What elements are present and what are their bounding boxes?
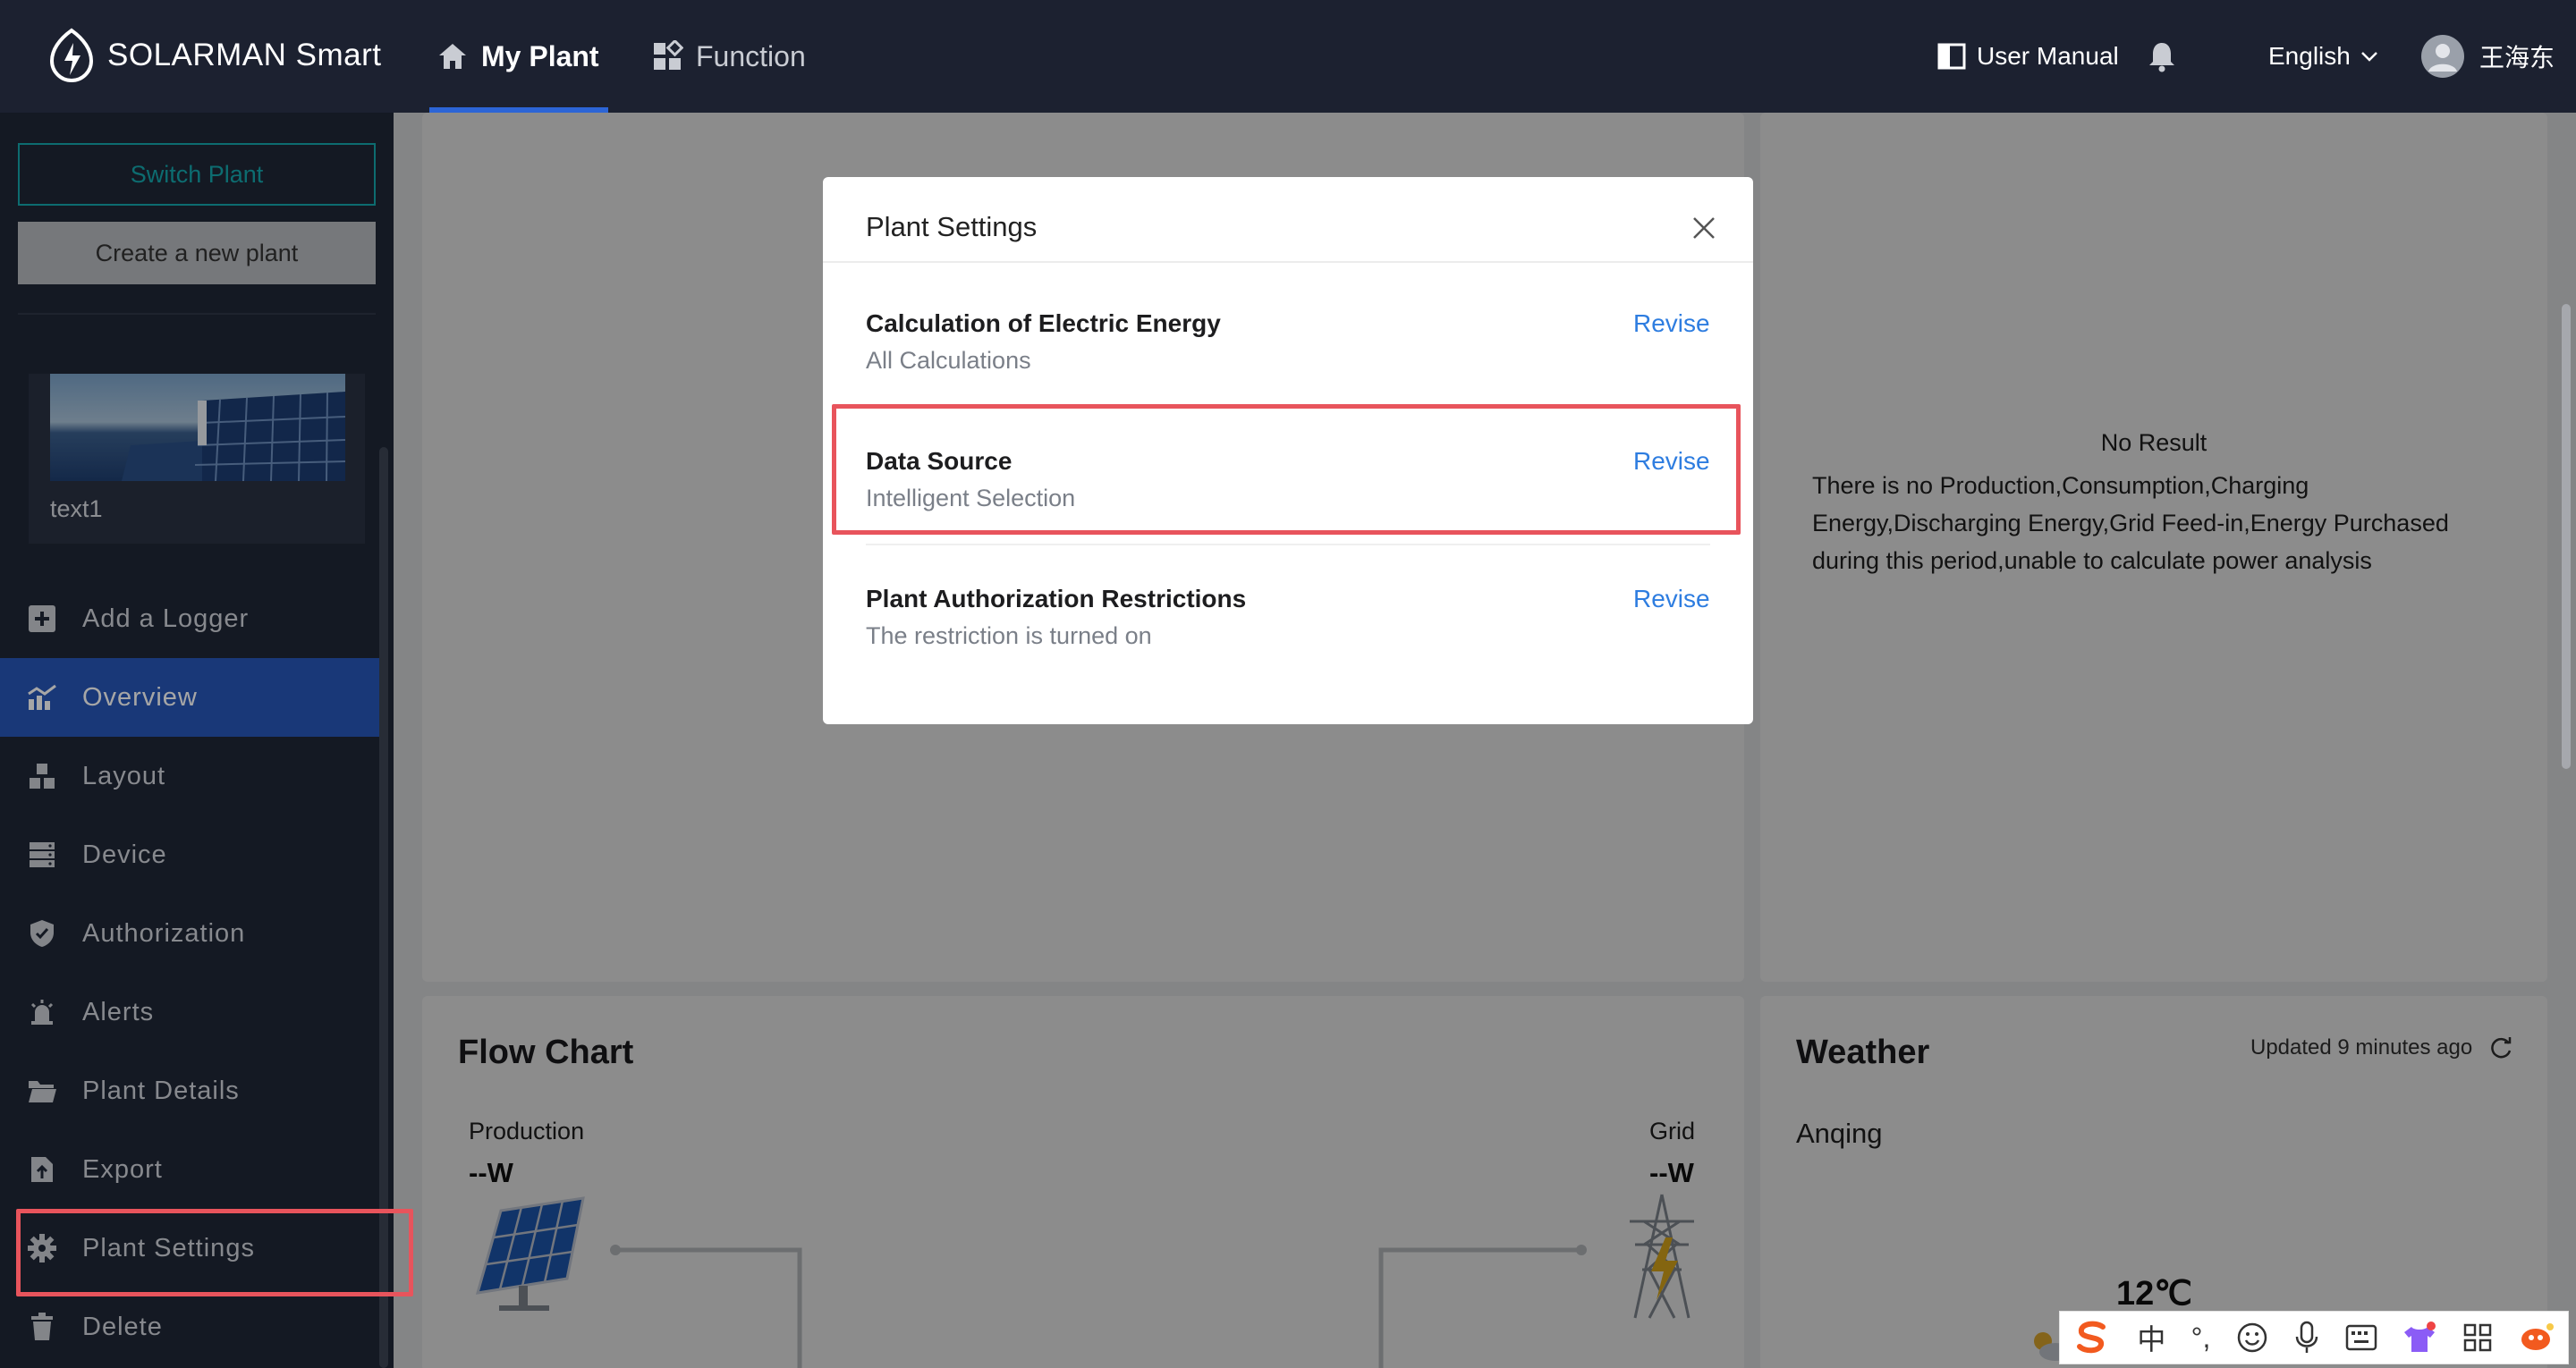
chevron-down-icon xyxy=(2360,52,2377,62)
setting-authorization-value: The restriction is turned on xyxy=(866,622,1152,649)
setting-authorization-label: Plant Authorization Restrictions xyxy=(866,585,1247,612)
modal-title: Plant Settings xyxy=(866,211,1038,242)
emoji-icon[interactable] xyxy=(2236,1322,2268,1354)
tab-my-plant-label: My Plant xyxy=(481,39,599,72)
sidebar-overlay xyxy=(0,113,394,1368)
sogou-s-icon[interactable] xyxy=(2072,1320,2112,1355)
setting-calculation-value: All Calculations xyxy=(866,347,1031,374)
tab-my-plant[interactable]: My Plant xyxy=(436,0,599,113)
top-bar: SOLARMAN Smart My Plant Function User Ma… xyxy=(0,0,2576,113)
user-menu[interactable]: 王海东 xyxy=(2420,0,2555,113)
data-source-highlight xyxy=(832,404,1741,535)
plant-settings-modal: Plant Settings Calculation of Electric E… xyxy=(823,177,1753,724)
solarman-logo-icon xyxy=(49,28,94,82)
revise-authorization-link[interactable]: Revise xyxy=(1633,585,1710,613)
tab-function-label: Function xyxy=(696,39,806,72)
plant-settings-highlight xyxy=(16,1209,413,1296)
brand-logo[interactable]: SOLARMAN Smart xyxy=(48,27,382,84)
notifications-button[interactable] xyxy=(2147,0,2177,113)
home-icon xyxy=(439,44,466,69)
widgets-icon xyxy=(654,40,683,70)
microphone-icon[interactable] xyxy=(2293,1321,2320,1355)
setting-divider xyxy=(866,544,1710,545)
revise-calculation-link[interactable]: Revise xyxy=(1633,309,1710,338)
avatar xyxy=(2421,35,2464,78)
close-icon[interactable] xyxy=(1689,213,1719,243)
skin-shirt-icon[interactable] xyxy=(2402,1322,2436,1354)
modal-header-divider xyxy=(823,261,1753,263)
brand-name: SOLARMAN Smart xyxy=(107,38,382,72)
book-icon xyxy=(1937,43,1966,70)
grid-apps-icon[interactable] xyxy=(2462,1322,2493,1353)
ime-mode-toggle[interactable]: 中 xyxy=(2137,1317,2165,1358)
bell-icon xyxy=(2149,43,2174,72)
ime-punctuation-toggle[interactable]: °, xyxy=(2191,1322,2211,1355)
language-select[interactable]: English xyxy=(2268,0,2379,113)
setting-calculation-label: Calculation of Electric Energy xyxy=(866,309,1221,337)
keyboard-icon[interactable] xyxy=(2345,1324,2377,1351)
tab-function[interactable]: Function xyxy=(651,0,806,113)
user-manual-link[interactable]: User Manual xyxy=(1937,0,2119,113)
ime-toolbar: 中 °, xyxy=(2059,1311,2569,1364)
mascot-icon[interactable] xyxy=(2518,1322,2555,1354)
page-scrollbar[interactable] xyxy=(2562,304,2571,769)
user-name: 王海东 xyxy=(2479,44,2555,72)
